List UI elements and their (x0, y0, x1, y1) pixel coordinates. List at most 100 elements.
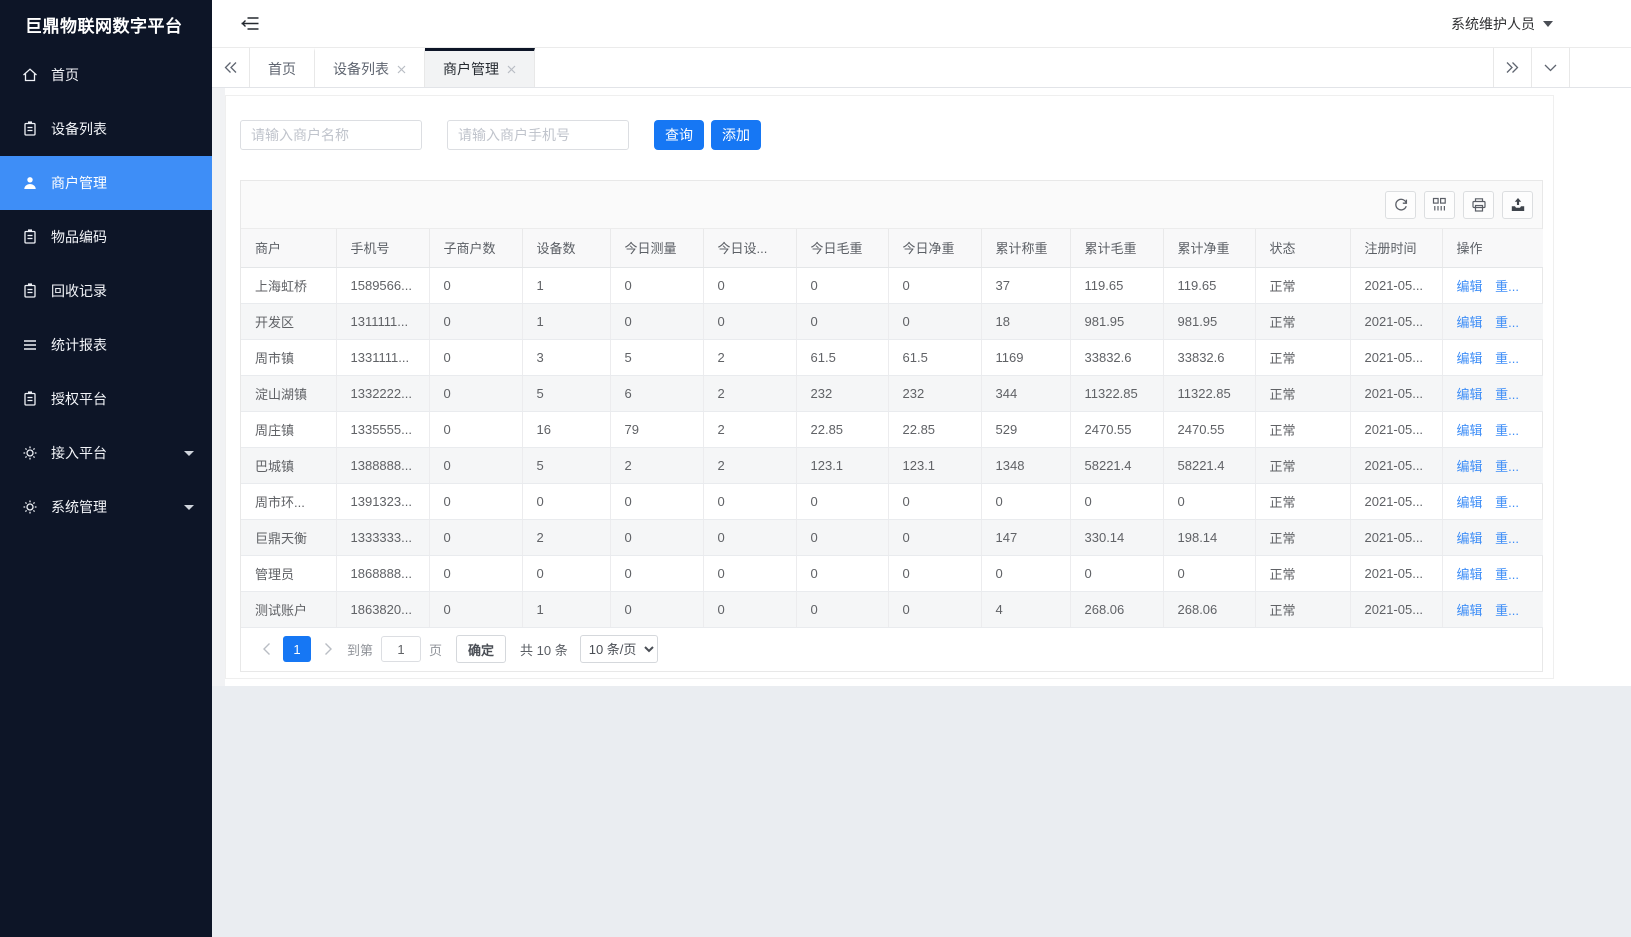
column-header: 累计净重 (1163, 229, 1255, 267)
cell-today-measure: 79 (610, 411, 703, 447)
cell-today-net: 22.85 (888, 411, 981, 447)
cell-devices: 1 (522, 303, 610, 339)
page-size-select[interactable]: 10 条/页 (580, 635, 658, 663)
cell-sub-merchants: 0 (429, 339, 522, 375)
export-button[interactable] (1502, 191, 1533, 219)
cell-today-gross: 0 (796, 591, 888, 627)
tab-device-list[interactable]: 设备列表 (315, 48, 425, 87)
sidebar-item-access-platform[interactable]: 接入平台 (0, 426, 212, 480)
more-action-link[interactable]: 重... (1495, 387, 1519, 402)
table-row: 淀山湖镇 1332222... 0 5 6 2 232 232 344 1132… (241, 375, 1543, 411)
edit-link[interactable]: 编辑 (1457, 459, 1483, 474)
cell-today-net: 0 (888, 483, 981, 519)
cell-total-net: 0 (1163, 555, 1255, 591)
tab-close-icon[interactable] (507, 65, 516, 74)
sidebar-item-label: 系统管理 (51, 497, 107, 517)
cell-today-net: 61.5 (888, 339, 981, 375)
sidebar-collapse-icon[interactable] (241, 16, 259, 31)
merchant-manage-card: 查询 添加 (225, 95, 1554, 679)
tabbar-controls (1493, 48, 1570, 87)
cell-today-measure: 0 (610, 519, 703, 555)
sidebar-item-merchant-manage[interactable]: 商户管理 (0, 156, 212, 210)
sidebar-item-device-list[interactable]: 设备列表 (0, 102, 212, 156)
add-button[interactable]: 添加 (711, 120, 761, 150)
cell-actions: 编辑 重... (1442, 447, 1543, 483)
more-action-link[interactable]: 重... (1495, 459, 1519, 474)
cell-today-gross: 0 (796, 267, 888, 303)
cell-sub-merchants: 0 (429, 267, 522, 303)
edit-link[interactable]: 编辑 (1457, 387, 1483, 402)
more-action-link[interactable]: 重... (1495, 351, 1519, 366)
cell-total-weigh: 1348 (981, 447, 1070, 483)
edit-link[interactable]: 编辑 (1457, 351, 1483, 366)
cell-merchant: 巴城镇 (241, 447, 336, 483)
sidebar-item-label: 统计报表 (51, 335, 107, 355)
sidebar-item-recycle-record[interactable]: 回收记录 (0, 264, 212, 318)
table-row: 管理员 1868888... 0 0 0 0 0 0 0 0 0 (241, 555, 1543, 591)
cell-today-net: 0 (888, 267, 981, 303)
cell-today-gross: 0 (796, 519, 888, 555)
content-area: 查询 添加 (212, 88, 1631, 686)
app-title: 巨鼎物联网数字平台 (0, 0, 212, 48)
cell-merchant: 周市镇 (241, 339, 336, 375)
cell-today-measure: 2 (610, 447, 703, 483)
cell-today-measure: 0 (610, 483, 703, 519)
tab-merchant-manage[interactable]: 商户管理 (425, 48, 535, 87)
tab-close-icon[interactable] (397, 65, 406, 74)
sidebar-item-report[interactable]: 统计报表 (0, 318, 212, 372)
tabs-scroll-left-button[interactable] (212, 48, 250, 87)
confirm-button[interactable]: 确定 (456, 635, 506, 663)
more-action-link[interactable]: 重... (1495, 531, 1519, 546)
edit-link[interactable]: 编辑 (1457, 279, 1483, 294)
goto-page-input[interactable] (381, 636, 421, 662)
cell-total-gross: 58221.4 (1070, 447, 1163, 483)
user-menu[interactable]: 系统维护人员 (1451, 14, 1553, 34)
edit-link[interactable]: 编辑 (1457, 423, 1483, 438)
more-action-link[interactable]: 重... (1495, 315, 1519, 330)
column-header: 今日设... (703, 229, 796, 267)
cell-devices: 1 (522, 267, 610, 303)
more-action-link[interactable]: 重... (1495, 603, 1519, 618)
sidebar-item-item-code[interactable]: 物品编码 (0, 210, 212, 264)
more-action-link[interactable]: 重... (1495, 495, 1519, 510)
home-icon (22, 67, 38, 83)
table-row: 周庄镇 1335555... 0 16 79 2 22.85 22.85 529… (241, 411, 1543, 447)
more-action-link[interactable]: 重... (1495, 279, 1519, 294)
chevron-down-icon (184, 505, 194, 510)
search-button[interactable]: 查询 (654, 120, 704, 150)
cell-devices: 0 (522, 555, 610, 591)
edit-link[interactable]: 编辑 (1457, 531, 1483, 546)
cell-total-weigh: 0 (981, 555, 1070, 591)
merchant-name-input[interactable] (240, 120, 422, 150)
merchant-phone-input[interactable] (447, 120, 629, 150)
edit-link[interactable]: 编辑 (1457, 603, 1483, 618)
tabs-scroll-right-button[interactable] (1493, 48, 1531, 87)
cell-total-gross: 268.06 (1070, 591, 1163, 627)
columns-button[interactable] (1424, 191, 1455, 219)
cell-merchant: 上海虹桥 (241, 267, 336, 303)
more-action-link[interactable]: 重... (1495, 423, 1519, 438)
edit-link[interactable]: 编辑 (1457, 567, 1483, 582)
prev-page-button[interactable] (255, 636, 277, 662)
sidebar-item-system-manage[interactable]: 系统管理 (0, 480, 212, 534)
cell-register-time: 2021-05... (1350, 483, 1442, 519)
cell-status: 正常 (1255, 339, 1350, 375)
sidebar-item-home[interactable]: 首页 (0, 48, 212, 102)
cell-total-gross: 119.65 (1070, 267, 1163, 303)
cell-today-device: 2 (703, 447, 796, 483)
more-action-link[interactable]: 重... (1495, 567, 1519, 582)
cell-today-measure: 0 (610, 303, 703, 339)
sidebar-item-authorize-platform[interactable]: 授权平台 (0, 372, 212, 426)
tab-home[interactable]: 首页 (250, 48, 315, 87)
print-button[interactable] (1463, 191, 1494, 219)
edit-link[interactable]: 编辑 (1457, 495, 1483, 510)
page-unit-label: 页 (429, 640, 442, 659)
tabs-menu-button[interactable] (1531, 48, 1569, 87)
refresh-button[interactable] (1385, 191, 1416, 219)
cell-total-gross: 330.14 (1070, 519, 1163, 555)
edit-link[interactable]: 编辑 (1457, 315, 1483, 330)
cell-devices: 3 (522, 339, 610, 375)
recycle-record-icon (22, 283, 38, 299)
next-page-button[interactable] (317, 636, 339, 662)
page-number-button[interactable]: 1 (283, 636, 311, 662)
